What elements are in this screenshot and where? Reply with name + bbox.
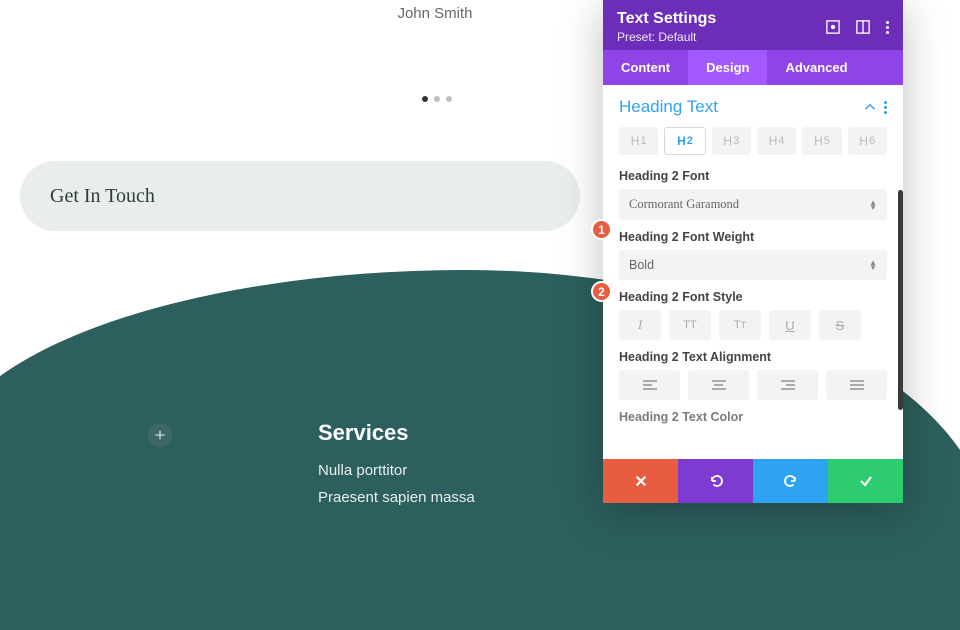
- redo-icon: [783, 473, 799, 489]
- text-align-row: [619, 370, 887, 400]
- section-heading-text[interactable]: Heading Text: [619, 97, 718, 117]
- footer-link-1[interactable]: Nulla porttitor: [318, 462, 475, 479]
- footer-column-services: Services Nulla porttitor Praesent sapien…: [318, 420, 475, 516]
- heading-font-select[interactable]: Cormorant Garamond ▲▼: [619, 189, 887, 220]
- capitalize-button[interactable]: TT: [719, 310, 761, 340]
- label-heading-font: Heading 2 Font: [619, 169, 887, 183]
- align-left-button[interactable]: [619, 370, 680, 400]
- align-justify-button[interactable]: [826, 370, 887, 400]
- select-caret-icon: ▲▼: [869, 260, 877, 270]
- section-more-icon[interactable]: [884, 101, 887, 114]
- carousel-dot-1[interactable]: [422, 96, 428, 102]
- panel-footer: [603, 459, 903, 503]
- h4-tab[interactable]: H4: [757, 127, 796, 155]
- undo-icon: [708, 473, 724, 489]
- font-style-row: I TT TT U S: [619, 310, 887, 340]
- layout-icon[interactable]: [856, 20, 870, 34]
- label-heading-color: Heading 2 Text Color: [619, 410, 887, 424]
- h2-tab[interactable]: H2: [664, 127, 705, 155]
- h3-tab[interactable]: H3: [712, 127, 751, 155]
- expand-icon[interactable]: [826, 20, 840, 34]
- heading-get-in-touch: Get In Touch: [20, 161, 580, 231]
- strikethrough-button[interactable]: S: [819, 310, 861, 340]
- tab-advanced[interactable]: Advanced: [767, 50, 865, 85]
- add-section-button[interactable]: [148, 423, 172, 447]
- panel-scrollbar[interactable]: [898, 190, 903, 410]
- heading-level-tabs: H1 H2 H3 H4 H5 H6: [619, 127, 887, 155]
- cancel-button[interactable]: [603, 459, 678, 503]
- heading-weight-value: Bold: [629, 258, 654, 272]
- panel-title: Text Settings: [617, 10, 716, 28]
- panel-preset[interactable]: Preset: Default: [617, 30, 716, 44]
- callout-badge-2: 2: [591, 281, 612, 302]
- panel-tabs: Content Design Advanced: [603, 50, 903, 85]
- chevron-up-icon[interactable]: [864, 101, 876, 113]
- h6-tab[interactable]: H6: [848, 127, 887, 155]
- heading-font-value: Cormorant Garamond: [629, 197, 739, 212]
- panel-header: Text Settings Preset: Default: [603, 0, 903, 50]
- heading-weight-select[interactable]: Bold ▲▼: [619, 250, 887, 280]
- underline-button[interactable]: U: [769, 310, 811, 340]
- label-heading-weight: Heading 2 Font Weight: [619, 230, 887, 244]
- label-heading-align: Heading 2 Text Alignment: [619, 350, 887, 364]
- plus-icon: [155, 430, 165, 440]
- carousel-dots[interactable]: [422, 96, 452, 102]
- tab-design[interactable]: Design: [688, 50, 767, 85]
- tab-content[interactable]: Content: [603, 50, 688, 85]
- uppercase-button[interactable]: TT: [669, 310, 711, 340]
- h5-tab[interactable]: H5: [802, 127, 841, 155]
- close-icon: [634, 474, 648, 488]
- label-heading-style: Heading 2 Font Style: [619, 290, 887, 304]
- h1-tab[interactable]: H1: [619, 127, 658, 155]
- carousel-dot-2[interactable]: [434, 96, 440, 102]
- align-right-button[interactable]: [757, 370, 818, 400]
- footer-link-2[interactable]: Praesent sapien massa: [318, 489, 475, 506]
- save-button[interactable]: [828, 459, 903, 503]
- footer-heading: Services: [318, 420, 475, 446]
- carousel-dot-3[interactable]: [446, 96, 452, 102]
- more-icon[interactable]: [886, 21, 889, 34]
- redo-button[interactable]: [753, 459, 828, 503]
- check-icon: [858, 473, 874, 489]
- panel-body: Heading Text H1 H2 H3 H4 H5 H6 Heading 2…: [603, 85, 903, 459]
- align-center-button[interactable]: [688, 370, 749, 400]
- text-settings-panel: Text Settings Preset: Default Content De…: [603, 0, 903, 503]
- select-caret-icon: ▲▼: [869, 200, 877, 210]
- heading-text: Get In Touch: [50, 185, 155, 208]
- callout-badge-1: 1: [591, 219, 612, 240]
- undo-button[interactable]: [678, 459, 753, 503]
- italic-button[interactable]: I: [619, 310, 661, 340]
